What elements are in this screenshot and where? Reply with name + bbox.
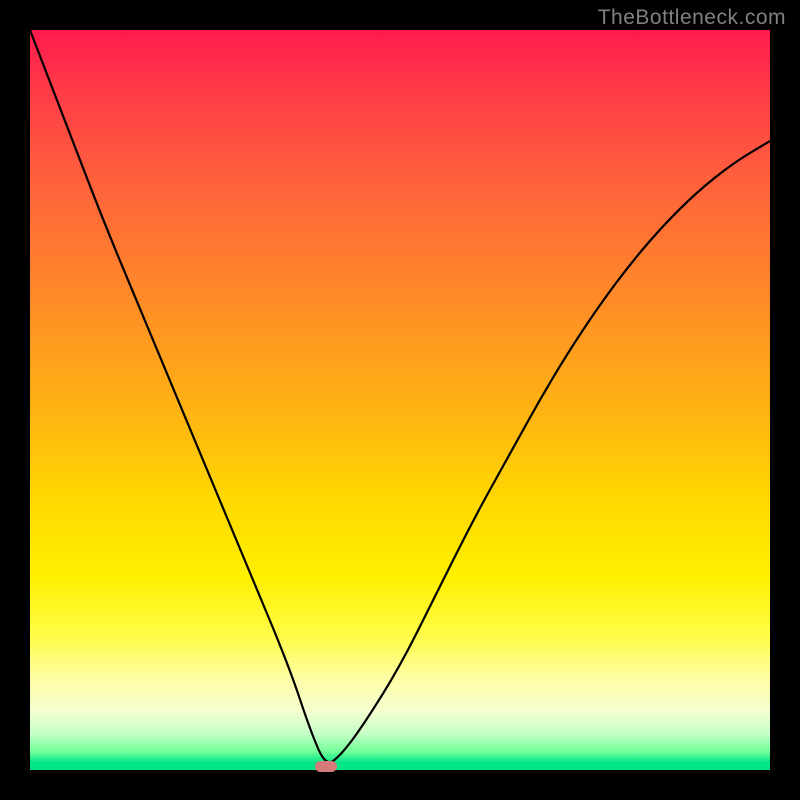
optimum-marker [315,761,337,772]
watermark-text: TheBottleneck.com [598,6,786,30]
bottleneck-curve [30,30,770,770]
